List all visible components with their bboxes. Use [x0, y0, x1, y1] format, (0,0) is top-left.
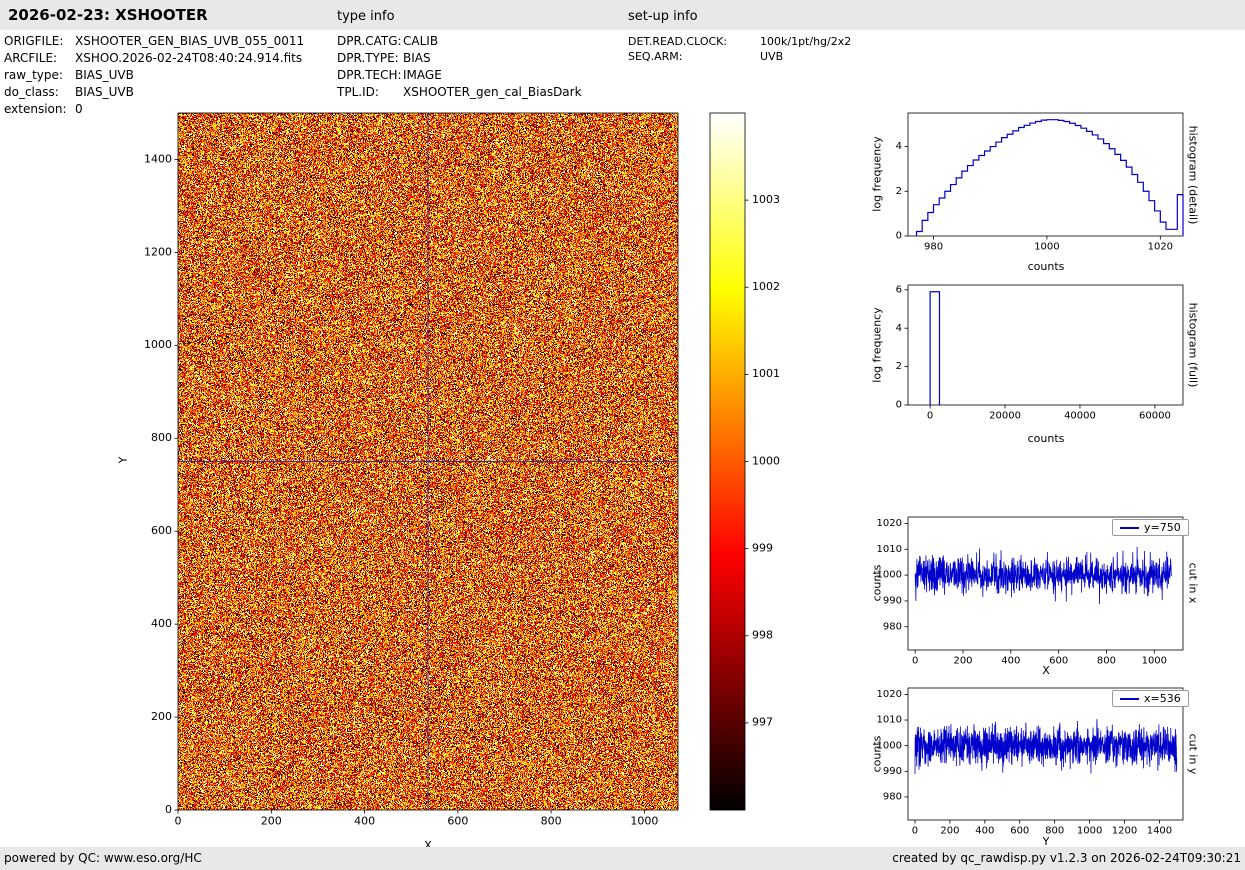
histogram-detail-ylabel: log frequency — [871, 136, 884, 211]
meta-row-dpr-catg: DPR.CATG:CALIB — [337, 33, 582, 50]
meta-label: raw_type: — [4, 67, 75, 84]
meta-label: ARCFILE: — [4, 50, 75, 67]
meta-label: do_class: — [4, 84, 75, 101]
header-bar: 2026-02-23: XSHOOTER type info set-up in… — [0, 0, 1245, 30]
meta-value: XSHOO.2026-02-24T08:40:24.914.fits — [75, 51, 302, 65]
legend-line-sample — [1120, 527, 1139, 529]
meta-row-origfile: ORIGFILE:XSHOOTER_GEN_BIAS_UVB_055_0011 — [4, 33, 304, 50]
histogram-detail-side-label: histogram (detail) — [1187, 126, 1200, 225]
setup-info-heading: set-up info — [628, 9, 698, 24]
histogram-full-xlabel: counts — [1028, 432, 1065, 445]
setup-info-block: DET.READ.CLOCK:100k/1pt/hg/2x2 SEQ.ARM:U… — [628, 34, 851, 64]
meta-row-dpr-tech: DPR.TECH:IMAGE — [337, 67, 582, 84]
meta-label: SEQ.ARM: — [628, 49, 760, 64]
bias-ylabel: Y — [117, 457, 130, 464]
meta-label: DPR.TECH: — [337, 67, 403, 84]
meta-label: TPL.ID: — [337, 84, 403, 101]
type-info-block: DPR.CATG:CALIB DPR.TYPE:BIAS DPR.TECH:IM… — [337, 33, 582, 101]
cut-in-x-plot — [865, 513, 1190, 673]
page-title: 2026-02-23: XSHOOTER — [8, 6, 208, 24]
bias-frame-heatmap — [130, 105, 700, 837]
footer-bar: powered by QC: www.eso.org/HC created by… — [0, 847, 1245, 870]
histogram-detail-xlabel: counts — [1028, 260, 1065, 273]
meta-value: XSHOOTER_gen_cal_BiasDark — [403, 85, 582, 99]
meta-row-dpr-type: DPR.TYPE:BIAS — [337, 50, 582, 67]
cut-in-y-ylabel: counts — [871, 736, 884, 773]
meta-row-seq-arm: SEQ.ARM:UVB — [628, 49, 851, 64]
cut-in-y-plot — [865, 684, 1190, 844]
footer-right-text: created by qc_rawdisp.py v1.2.3 on 2026-… — [892, 851, 1241, 865]
meta-value: 100k/1pt/hg/2x2 — [760, 35, 851, 48]
meta-row-arcfile: ARCFILE:XSHOO.2026-02-24T08:40:24.914.fi… — [4, 50, 304, 67]
meta-label: DET.READ.CLOCK: — [628, 34, 760, 49]
meta-row-raw-type: raw_type:BIAS_UVB — [4, 67, 304, 84]
histogram-full-side-label: histogram (full) — [1187, 303, 1200, 388]
meta-label: DPR.TYPE: — [337, 50, 403, 67]
cut-in-y-legend: x=536 — [1112, 690, 1189, 707]
legend-label: y=750 — [1144, 521, 1181, 534]
meta-value: BIAS_UVB — [75, 68, 134, 82]
meta-value: UVB — [760, 50, 783, 63]
meta-label: ORIGFILE: — [4, 33, 75, 50]
meta-row-tpl-id: TPL.ID:XSHOOTER_gen_cal_BiasDark — [337, 84, 582, 101]
histogram-full-plot — [865, 281, 1190, 433]
meta-value: 0 — [75, 102, 83, 116]
cut-in-y-side-label: cut in y — [1187, 734, 1200, 775]
type-info-heading: type info — [337, 9, 395, 24]
cut-in-x-ylabel: counts — [871, 565, 884, 602]
cut-in-x-legend: y=750 — [1112, 519, 1189, 536]
legend-label: x=536 — [1144, 692, 1181, 705]
colorbar — [705, 105, 790, 837]
legend-line-sample — [1120, 698, 1139, 700]
meta-row-read-clock: DET.READ.CLOCK:100k/1pt/hg/2x2 — [628, 34, 851, 49]
meta-row-do-class: do_class:BIAS_UVB — [4, 84, 304, 101]
meta-value: IMAGE — [403, 68, 442, 82]
meta-label: DPR.CATG: — [337, 33, 403, 50]
cut-in-x-side-label: cut in x — [1187, 563, 1200, 604]
histogram-full-ylabel: log frequency — [871, 307, 884, 382]
meta-value: BIAS_UVB — [75, 85, 134, 99]
meta-value: CALIB — [403, 34, 438, 48]
histogram-detail-plot — [865, 109, 1190, 261]
meta-value: XSHOOTER_GEN_BIAS_UVB_055_0011 — [75, 34, 304, 48]
qc-report-page: 2026-02-23: XSHOOTER type info set-up in… — [0, 0, 1245, 870]
meta-label: extension: — [4, 101, 75, 118]
footer-left-text: powered by QC: www.eso.org/HC — [4, 851, 202, 865]
cut-in-x-xlabel: X — [1042, 664, 1050, 677]
meta-value: BIAS — [403, 51, 431, 65]
